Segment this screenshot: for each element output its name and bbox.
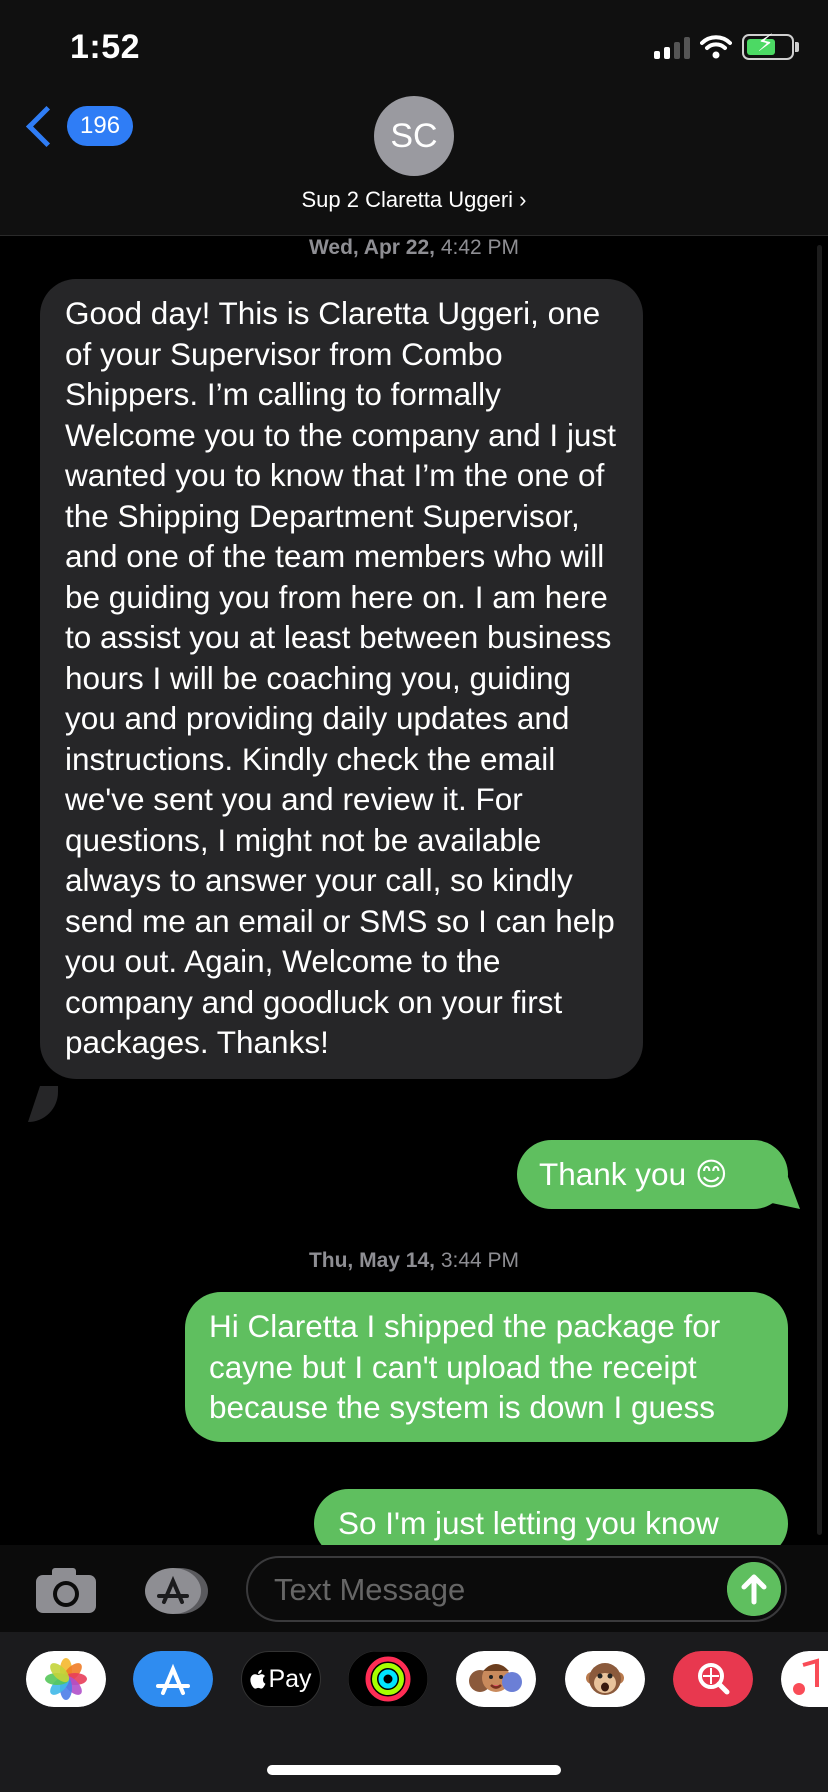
- timestamp-day: Wed, Apr 22,: [308, 236, 435, 259]
- photos-icon[interactable]: [26, 1651, 106, 1707]
- apple-pay-icon[interactable]: Pay: [241, 1651, 321, 1707]
- apple-pay-label: Pay: [268, 1664, 312, 1693]
- message-input-field[interactable]: [246, 1556, 787, 1622]
- chevron-left-icon: [25, 105, 68, 147]
- message-input[interactable]: [272, 1558, 716, 1622]
- timestamp-day: Thu, May 14,: [308, 1249, 435, 1272]
- signal-icon: [654, 35, 690, 59]
- memoji-icon[interactable]: [456, 1651, 536, 1707]
- contact-avatar[interactable]: SC: [374, 96, 454, 176]
- timestamp-time: 4:42 PM: [434, 236, 520, 259]
- timestamp-may14: Thu, May 14, 3:44 PM: [0, 1249, 828, 1273]
- status-indicators: ⚡: [654, 32, 799, 60]
- unread-count-badge: 196: [67, 106, 134, 146]
- outgoing-message-bubble[interactable]: Hi Claretta I shipped the package for ca…: [185, 1292, 788, 1442]
- battery-icon: ⚡: [742, 32, 799, 60]
- timestamp-time: 3:44 PM: [434, 1249, 520, 1272]
- timestamp-apr22: Wed, Apr 22, 4:42 PM: [0, 236, 828, 260]
- contact-name-button[interactable]: Sup 2 Claretta Uggeri ›: [0, 187, 828, 213]
- incoming-message-bubble[interactable]: Good day! This is Claretta Uggeri, one o…: [40, 279, 643, 1079]
- home-indicator[interactable]: [267, 1765, 561, 1775]
- wifi-icon: [700, 35, 732, 59]
- outgoing-message-bubble[interactable]: Thank you 😊: [517, 1140, 788, 1209]
- app-store-icon[interactable]: [133, 1651, 213, 1707]
- image-search-icon[interactable]: [673, 1651, 753, 1707]
- app-store-icon[interactable]: [140, 1567, 210, 1615]
- animoji-icon[interactable]: [565, 1651, 645, 1707]
- music-icon[interactable]: [781, 1651, 828, 1707]
- send-button[interactable]: [727, 1562, 781, 1616]
- activity-icon[interactable]: [348, 1651, 428, 1707]
- status-time: 1:52: [70, 28, 141, 66]
- camera-icon[interactable]: [34, 1565, 98, 1615]
- incoming-bubble-tail: [28, 1086, 58, 1122]
- scrollbar[interactable]: [817, 245, 822, 1535]
- apple-logo-icon: [250, 1669, 266, 1689]
- back-button[interactable]: 196: [24, 105, 134, 147]
